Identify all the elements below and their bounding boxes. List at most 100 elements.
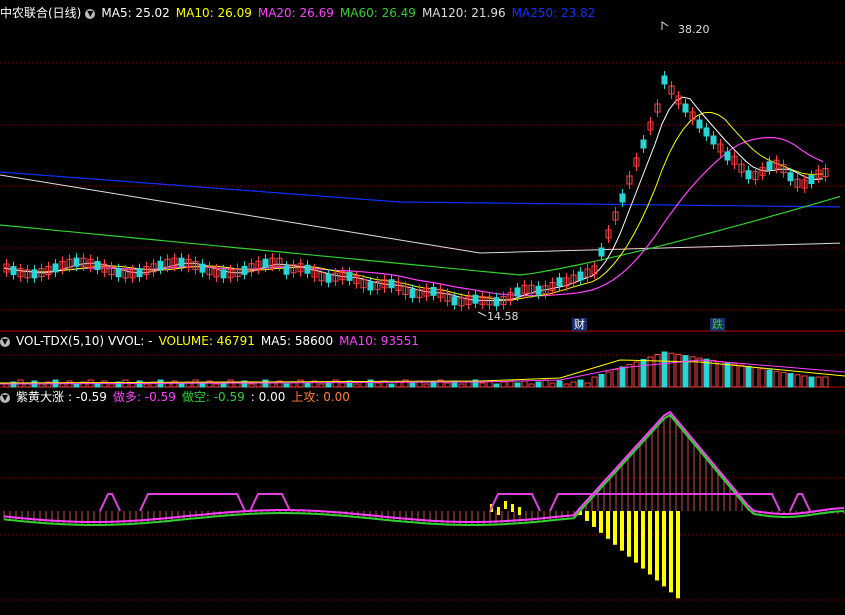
volume-bar: [815, 376, 822, 388]
candle: [598, 247, 605, 257]
volume-bar: [500, 381, 507, 388]
candle: [241, 265, 248, 275]
indicator-value-4: 上攻: 0.00: [291, 390, 350, 404]
yellow-bar: [511, 504, 514, 512]
volume-bar: [353, 383, 360, 388]
chevron-down-icon[interactable]: ▼: [0, 392, 10, 403]
volume-bar: [668, 352, 675, 388]
stock-chart-canvas[interactable]: [0, 0, 845, 615]
yellow-bar: [648, 511, 652, 575]
volume-bar: [640, 359, 647, 388]
volume-value-1: VOLUME: 46791: [158, 334, 255, 348]
yellow-bar: [518, 507, 521, 515]
candle: [220, 269, 227, 279]
volume-value-0: VVOL: -: [108, 334, 153, 348]
volume-bar: [493, 383, 500, 388]
volume-bar: [703, 358, 710, 388]
candle: [745, 170, 752, 180]
volume-bar: [388, 383, 395, 388]
candle: [696, 119, 703, 129]
indicator-name[interactable]: 紫黄大涨: [16, 390, 64, 404]
candle: [661, 75, 668, 85]
volume-panel-header: ▼ VOL-TDX(5,10) VVOL: - VOLUME: 46791 MA5: 5…: [0, 333, 431, 349]
low-marker: [477, 311, 487, 317]
candle: [73, 257, 80, 267]
yellow-bar: [641, 511, 645, 569]
candle: [94, 260, 101, 270]
drop-event-tag[interactable]: 跌: [710, 318, 725, 331]
candle: [577, 271, 584, 281]
candle: [493, 297, 500, 307]
ma-legend: MA5: 25.02 MA10: 26.09 MA20: 26.69 MA60: 26…: [101, 6, 601, 20]
yellow-bar: [627, 511, 631, 557]
volume-bar: [577, 379, 584, 388]
volume-bar: [549, 382, 556, 388]
volume-bar: [556, 380, 563, 388]
volume-bar: [626, 364, 633, 388]
stock-title[interactable]: 中农联合(日线): [0, 6, 81, 20]
volume-bar: [808, 376, 815, 388]
chevron-down-icon[interactable]: ▼: [85, 8, 96, 19]
volume-bar: [423, 383, 430, 388]
candle: [31, 269, 38, 279]
ma120-line: [0, 174, 841, 254]
volume-bar: [731, 363, 738, 388]
candle: [367, 281, 374, 291]
volume-bar: [619, 366, 626, 388]
ma-value-5: MA250: 23.82: [511, 6, 596, 20]
yellow-bar: [585, 511, 589, 521]
volume-bar: [605, 371, 612, 388]
candle: [535, 285, 542, 295]
chevron-down-icon[interactable]: ▼: [0, 336, 10, 347]
candle: [808, 175, 815, 185]
yellow-bar: [662, 511, 666, 587]
volume-bar: [535, 381, 542, 388]
high-marker: [661, 21, 669, 30]
volume-bar: [73, 383, 80, 388]
candle: [325, 273, 332, 283]
candle: [724, 151, 731, 161]
volume-bar: [794, 374, 801, 388]
candle: [283, 265, 290, 275]
main-chart-header: 中农联合(日线) ▼ MA5: 25.02 MA10: 26.09 MA20: 26.6…: [0, 5, 607, 21]
volume-bar: [780, 371, 787, 388]
finance-event-tag[interactable]: 财: [572, 318, 587, 331]
yellow-bar: [676, 511, 680, 599]
volume-bar: [332, 379, 339, 388]
signal-trapezoid: [139, 493, 246, 512]
volume-bar: [661, 351, 668, 388]
volume-bar: [724, 362, 731, 388]
volume-bar: [465, 381, 472, 388]
volume-indicator-name[interactable]: VOL-TDX(5,10): [16, 334, 104, 348]
volume-bar: [710, 359, 717, 388]
volume-bar: [108, 383, 115, 388]
candle: [514, 287, 521, 297]
volume-bar: [339, 382, 346, 388]
volume-bar: [318, 383, 325, 388]
low-price-label: 14.58: [487, 310, 519, 323]
volume-bar: [262, 379, 269, 388]
candle: [766, 161, 773, 171]
volume-bar: [374, 382, 381, 388]
volume-bar: [248, 383, 255, 388]
volume-bar: [143, 383, 150, 388]
candle: [472, 294, 479, 304]
ma-value-2: MA20: 26.69: [257, 6, 334, 20]
volume-value-3: MA10: 93551: [339, 334, 419, 348]
yellow-bar: [613, 511, 617, 545]
ma-value-1: MA10: 26.09: [175, 6, 252, 20]
candle: [10, 266, 17, 276]
signal-trapezoid: [99, 493, 121, 512]
volume-bar: [584, 382, 591, 388]
volume-bar: [563, 383, 570, 388]
volume-bar: [38, 383, 45, 388]
yellow-bar: [599, 511, 603, 533]
volume-legend: VVOL: - VOLUME: 46791 MA5: 58600 MA10: 9355…: [108, 334, 425, 348]
candle: [409, 288, 416, 298]
volume-bar: [514, 382, 521, 388]
candle: [640, 139, 647, 149]
yellow-bar: [606, 511, 610, 539]
yellow-bar: [655, 511, 659, 581]
volume-bar: [178, 383, 185, 388]
volume-bar: [682, 355, 689, 388]
